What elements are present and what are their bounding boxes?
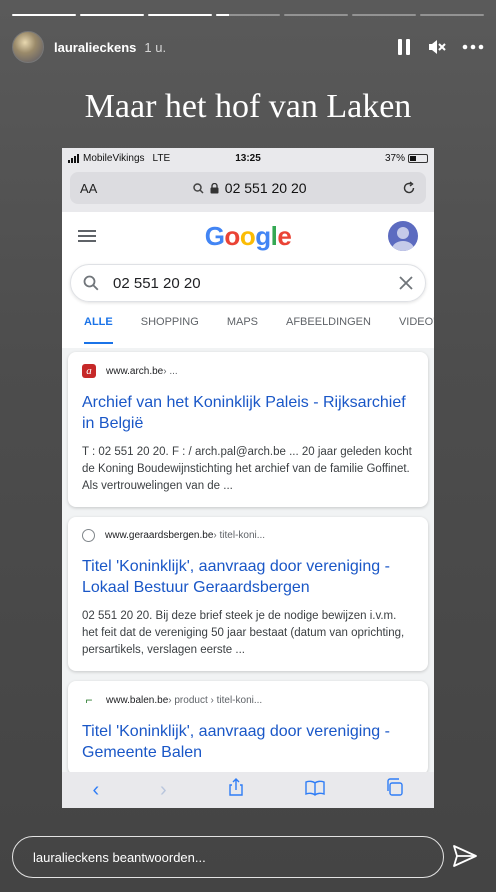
search-tabs: ALLE SHOPPING MAPS AFBEELDINGEN VIDEO'S <box>62 316 434 344</box>
story-caption: Maar het hof van Laken <box>84 88 412 125</box>
progress-segment <box>148 14 212 16</box>
url-text: 02 551 20 20 <box>224 180 307 196</box>
tab-videos[interactable]: VIDEO'S <box>399 316 434 344</box>
network-type: LTE <box>152 152 171 164</box>
story-progress-bar <box>12 14 484 16</box>
carrier-info: MobileVikings LTE <box>68 153 170 164</box>
more-options-icon[interactable] <box>462 44 484 50</box>
safari-address-bar: AA 02 551 20 20 <box>62 168 434 212</box>
clear-icon[interactable] <box>399 276 413 290</box>
result-card: www.geraardsbergen.be › titel-koni... Ti… <box>68 517 428 671</box>
results-list: a www.arch.be › ... Archief van het Koni… <box>62 348 434 772</box>
tab-alle[interactable]: ALLE <box>84 316 113 344</box>
result-domain: www.arch.be <box>106 365 164 377</box>
reply-input[interactable]: lauralieckens beantwoorden... <box>12 836 444 878</box>
carrier-name: MobileVikings <box>83 152 145 164</box>
avatar[interactable] <box>12 31 44 63</box>
username[interactable]: lauralieckens <box>54 40 136 55</box>
site-favicon-icon: ⌐ <box>85 693 93 707</box>
search-query[interactable]: 02 551 20 20 <box>113 275 399 292</box>
forward-icon[interactable]: › <box>160 779 167 802</box>
tabs-icon[interactable] <box>385 778 404 802</box>
progress-segment <box>352 14 416 16</box>
globe-icon <box>82 529 95 542</box>
battery-icon <box>408 153 428 163</box>
result-domain: www.balen.be <box>106 694 169 706</box>
story-header: lauralieckens 1 u. <box>12 30 484 64</box>
reload-icon[interactable] <box>402 181 416 195</box>
result-path: › ... <box>163 365 178 377</box>
story-viewer: lauralieckens 1 u. Maar het hof van Lake… <box>0 0 496 892</box>
result-path: › product › titel-koni... <box>168 694 263 706</box>
progress-segment <box>12 14 76 16</box>
progress-segment <box>80 14 144 16</box>
share-icon[interactable] <box>228 778 244 802</box>
hamburger-menu-icon[interactable] <box>78 227 96 245</box>
result-path: › titel-koni... <box>213 530 266 541</box>
progress-segment <box>284 14 348 16</box>
signal-icon <box>68 153 79 163</box>
back-icon[interactable]: ‹ <box>92 779 99 802</box>
result-site: www.geraardsbergen.be › titel-koni... <box>82 529 414 542</box>
tab-shopping[interactable]: SHOPPING <box>141 316 199 344</box>
result-card: ⌐ www.balen.be › product › titel-koni...… <box>68 681 428 772</box>
result-title-link[interactable]: Titel 'Koninklijk', aanvraag door vereni… <box>82 721 414 763</box>
url-field[interactable]: AA 02 551 20 20 <box>70 172 426 204</box>
safari-toolbar: ‹ › <box>62 772 434 808</box>
result-site: a www.arch.be › ... <box>82 364 414 378</box>
site-favicon-icon: a <box>82 364 96 378</box>
ios-status-bar: MobileVikings LTE 13:25 37% <box>62 148 434 168</box>
lock-icon <box>210 182 219 193</box>
bookmarks-icon[interactable] <box>304 779 325 802</box>
google-logo: Google <box>204 220 292 251</box>
google-results-page: Google 02 551 20 20 ALLE SHOPPING MAPS A… <box>62 212 434 772</box>
time-ago: 1 u. <box>144 39 167 55</box>
tab-maps[interactable]: MAPS <box>227 316 258 344</box>
result-snippet: 02 551 20 20. Bij deze brief steek je de… <box>82 610 405 656</box>
pause-icon[interactable] <box>398 39 412 55</box>
result-domain: www.geraardsbergen.be <box>105 530 214 541</box>
search-icon <box>83 275 99 291</box>
result-card: a www.arch.be › ... Archief van het Koni… <box>68 352 428 507</box>
progress-segment <box>216 14 280 16</box>
account-avatar[interactable] <box>388 221 418 251</box>
result-title-link[interactable]: Titel 'Koninklijk', aanvraag door vereni… <box>82 556 414 598</box>
mute-icon[interactable] <box>428 39 446 55</box>
progress-segment <box>420 14 484 16</box>
result-title-link[interactable]: Archief van het Koninklijk Paleis - Rijk… <box>82 392 414 434</box>
search-box[interactable]: 02 551 20 20 <box>70 264 426 302</box>
reader-aa-button[interactable]: AA <box>80 181 97 196</box>
result-snippet: T : 02 551 20 20. F : / arch.pal@arch.be… <box>82 446 412 492</box>
screenshot-phone: MobileVikings LTE 13:25 37% AA 02 551 20… <box>62 148 434 808</box>
tab-afbeeldingen[interactable]: AFBEELDINGEN <box>286 316 371 344</box>
result-site: ⌐ www.balen.be › product › titel-koni... <box>82 693 414 707</box>
search-icon <box>193 182 204 194</box>
send-icon[interactable] <box>452 844 478 873</box>
battery-info: 37% <box>385 153 428 164</box>
battery-percent: 37% <box>384 152 405 164</box>
